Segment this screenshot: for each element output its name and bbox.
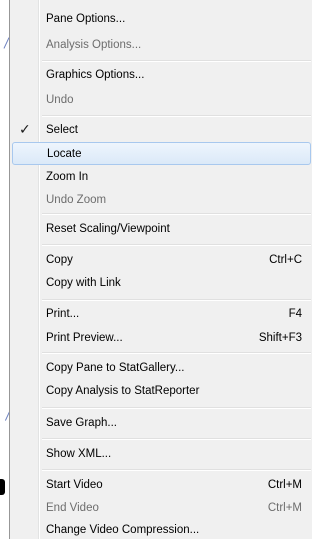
menu-separator [42,352,311,354]
menu-separator [42,469,311,471]
menu-item-label: Show XML... [46,448,112,460]
menu-separator [42,438,311,440]
menu-item-end-video[interactable]: End Video Ctrl+M [12,497,311,520]
menu-item-reset-scaling[interactable]: Reset Scaling/Viewpoint [12,218,311,241]
context-menu: Pane Options... Analysis Options... Grap… [9,0,312,539]
menu-item-label: Copy Pane to StatGallery... [46,362,185,374]
menu-item-label: Select [46,124,78,136]
menu-item-label: Analysis Options... [46,39,142,51]
menu-item-label: Copy [46,254,73,266]
menu-item-label: End Video [46,502,99,514]
menu-item-label: Undo Zoom [46,194,107,206]
menu-item-label: Graphics Options... [46,69,145,81]
menu-item-start-video[interactable]: Start Video Ctrl+M [12,474,311,497]
menu-item-copy[interactable]: Copy Ctrl+C [12,249,311,272]
menu-separator [42,213,311,215]
menu-item-shortcut: Shift+F3 [258,332,302,344]
menu-item-copy-with-link[interactable]: Copy with Link [12,272,311,295]
menu-item-label: Print... [46,308,80,320]
menu-item-undo[interactable]: Undo [12,89,311,112]
menu-item-label: Zoom In [46,171,89,183]
background-artifact [0,479,5,495]
checkmark-icon: ✓ [19,121,31,137]
menu-item-zoom-in[interactable]: Zoom In [12,166,311,189]
menu-item-copy-analysis-statreporter[interactable]: Copy Analysis to StatReporter [12,380,311,403]
menu-separator [42,115,311,117]
menu-item-label: Print Preview... [46,332,123,344]
menu-item-label: Start Video [46,479,103,491]
menu-separator [42,60,311,62]
menu-item-shortcut: Ctrl+M [267,479,302,491]
menu-item-shortcut: F4 [288,308,302,320]
menu-item-change-video-compression[interactable]: Change Video Compression... [12,519,311,539]
menu-item-show-xml[interactable]: Show XML... [12,443,311,466]
menu-item-label: Save Graph... [46,417,117,429]
menu-item-label: Undo [46,94,74,106]
menu-separator [42,299,311,301]
menu-item-print-preview[interactable]: Print Preview... Shift+F3 [12,327,311,350]
menu-item-pane-options[interactable]: Pane Options... [12,8,311,31]
menu-item-save-graph[interactable]: Save Graph... [12,412,311,435]
screenshot-canvas: Pane Options... Analysis Options... Grap… [0,0,312,539]
menu-item-undo-zoom[interactable]: Undo Zoom [12,189,311,212]
menu-item-shortcut: Ctrl+C [269,254,302,266]
menu-item-label: Locate [47,148,82,160]
menu-item-label: Copy Analysis to StatReporter [46,385,200,397]
menu-item-label: Change Video Compression... [46,524,200,536]
menu-item-label: Copy with Link [46,277,121,289]
menu-item-print[interactable]: Print... F4 [12,303,311,326]
menu-item-label: Reset Scaling/Viewpoint [46,223,170,235]
menu-item-copy-pane-statgallery[interactable]: Copy Pane to StatGallery... [12,357,311,380]
menu-item-label: Pane Options... [46,13,126,25]
menu-item-shortcut: Ctrl+M [267,502,302,514]
menu-item-locate[interactable]: Locate [12,142,311,165]
menu-separator [42,407,311,409]
menu-item-graphics-options[interactable]: Graphics Options... [12,64,311,87]
menu-item-select[interactable]: ✓ Select [12,119,311,142]
menu-item-analysis-options[interactable]: Analysis Options... [12,34,311,57]
menu-separator [42,244,311,246]
